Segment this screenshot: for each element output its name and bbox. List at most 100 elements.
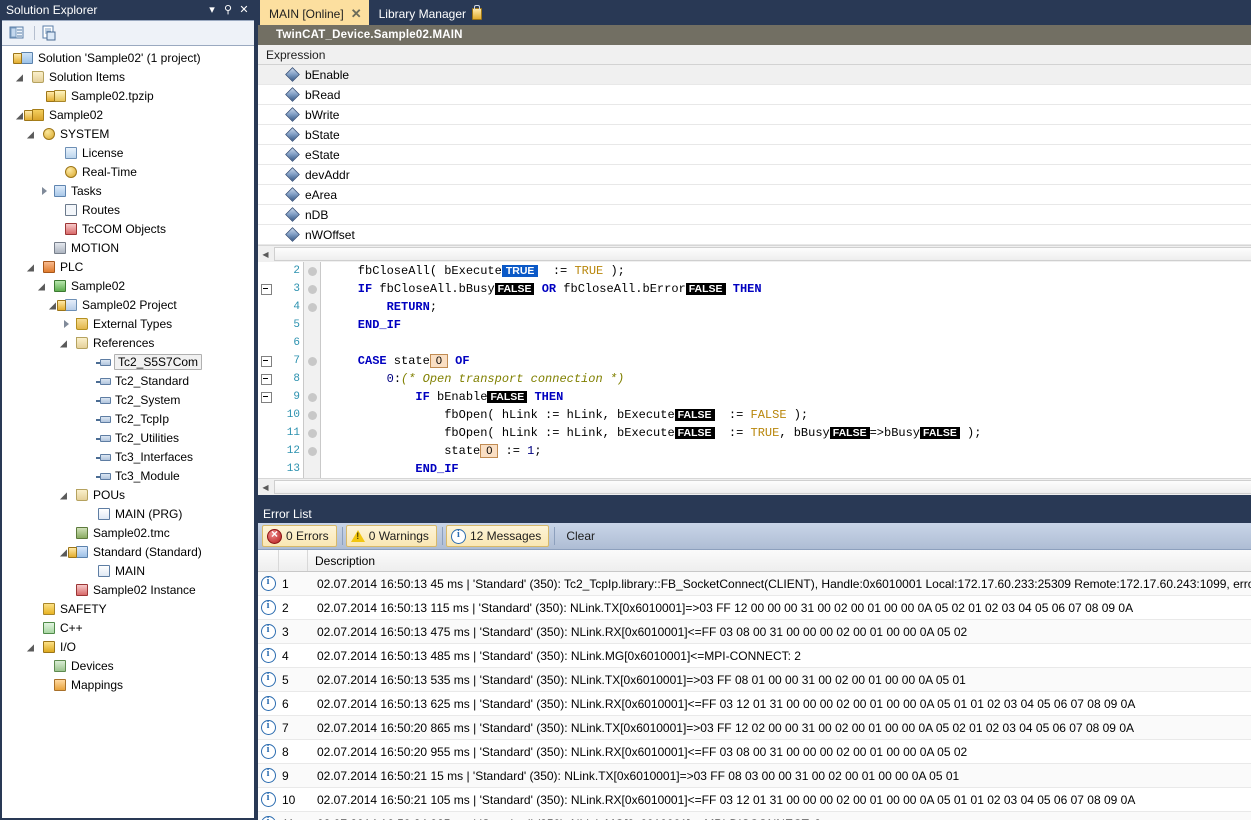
tree-item-tc2-utilities[interactable]: Tc2_Utilities — [2, 428, 254, 447]
fold-margin[interactable] — [258, 262, 274, 478]
tree-item-tc2-system[interactable]: Tc2_System — [2, 390, 254, 409]
tree-item-main[interactable]: MAIN — [2, 561, 254, 580]
watch-row[interactable]: bState — [258, 125, 1251, 145]
error-list-row[interactable]: 3 02.07.2014 16:50:13 475 ms | 'Standard'… — [258, 620, 1251, 644]
tree-item-tc2-standard[interactable]: Tc2_Standard — [2, 371, 254, 390]
code-line[interactable]: fbOpen( hLink := hLink, bExecute FALSE :=… — [329, 424, 1251, 442]
breakpoint-margin[interactable] — [303, 262, 321, 478]
tree-item-tc2-tcpip[interactable]: Tc2_TcpIp — [2, 409, 254, 428]
tree-item-sample02[interactable]: Sample02 — [2, 276, 254, 295]
breakpoint-marker-icon[interactable] — [304, 298, 320, 316]
tree-item-tc2-s5s7com[interactable]: Tc2_S5S7Com — [2, 352, 254, 371]
watch-row[interactable]: eState — [258, 145, 1251, 165]
watch-row[interactable]: nDB — [258, 205, 1251, 225]
warnings-filter-button[interactable]: 0 Warnings — [345, 525, 437, 547]
tree-item-references[interactable]: References — [2, 333, 254, 352]
code-line[interactable]: CASE state 0 OF — [329, 352, 1251, 370]
fold-toggle-icon[interactable] — [258, 280, 274, 298]
fold-toggle-icon[interactable] — [258, 352, 274, 370]
tree-item-i-o[interactable]: I/O — [2, 637, 254, 656]
scroll-thumb[interactable] — [274, 480, 1251, 494]
watch-row[interactable]: bWrite — [258, 105, 1251, 125]
tree-item-sample02-project[interactable]: Sample02 Project — [2, 295, 254, 314]
expand-arrow-icon[interactable] — [39, 185, 51, 197]
error-list-row[interactable]: 7 02.07.2014 16:50:20 865 ms | 'Standard'… — [258, 716, 1251, 740]
error-list-rows[interactable]: 1 02.07.2014 16:50:13 45 ms | 'Standard' … — [258, 572, 1251, 820]
error-list-row[interactable]: 8 02.07.2014 16:50:20 955 ms | 'Standard'… — [258, 740, 1251, 764]
tree-item-real-time[interactable]: Real-Time — [2, 162, 254, 181]
error-list-row[interactable]: 1102.07.2014 16:50:24 925 ms | 'Standard… — [258, 812, 1251, 820]
fold-toggle-icon[interactable] — [258, 388, 274, 406]
solution-tree[interactable]: Solution 'Sample02' (1 project) Solution … — [2, 46, 254, 818]
tree-item-pous[interactable]: POUs — [2, 485, 254, 504]
editor-tab-library-manager[interactable]: Library Manager — [370, 3, 489, 25]
code-hscrollbar[interactable]: ◀ — [258, 478, 1251, 495]
tree-item-tccom-objects[interactable]: TcCOM Objects — [2, 219, 254, 238]
collapse-arrow-icon[interactable] — [39, 280, 51, 292]
tree-item-mappings[interactable]: Mappings — [2, 675, 254, 694]
breakpoint-marker-icon[interactable] — [304, 406, 320, 424]
errors-filter-button[interactable]: 0 Errors — [262, 525, 337, 547]
collapse-arrow-icon[interactable] — [28, 641, 40, 653]
chevron-down-icon[interactable]: ▾ — [204, 2, 220, 18]
watch-row[interactable]: eArea — [258, 185, 1251, 205]
breakpoint-marker-icon[interactable] — [304, 442, 320, 460]
tree-item-standard-standard[interactable]: Standard (Standard) — [2, 542, 254, 561]
code-line[interactable]: fbCloseAll( bExecute TRUE := TRUE ); — [329, 262, 1251, 280]
tree-item-solution-sample02-1-project[interactable]: Solution 'Sample02' (1 project) — [2, 48, 254, 67]
breakpoint-marker-icon[interactable] — [304, 424, 320, 442]
tree-item-system[interactable]: SYSTEM — [2, 124, 254, 143]
tree-item-c[interactable]: C++ — [2, 618, 254, 637]
watch-row[interactable]: devAddr — [258, 165, 1251, 185]
error-list-row[interactable]: 9 02.07.2014 16:50:21 15 ms | 'Standard' … — [258, 764, 1251, 788]
error-list-row[interactable]: 1 02.07.2014 16:50:13 45 ms | 'Standard' … — [258, 572, 1251, 596]
tree-item-safety[interactable]: SAFETY — [2, 599, 254, 618]
clear-button[interactable]: Clear — [558, 529, 603, 543]
close-icon[interactable]: ✕ — [236, 2, 252, 18]
breakpoint-marker-icon[interactable] — [304, 280, 320, 298]
watch-row[interactable]: nWOffset — [258, 225, 1251, 245]
expand-arrow-icon[interactable] — [61, 318, 73, 330]
code-line[interactable]: state 0 := 1; — [329, 442, 1251, 460]
collapse-arrow-icon[interactable] — [17, 71, 29, 83]
error-list-row[interactable]: 2 02.07.2014 16:50:13 115 ms | 'Standard'… — [258, 596, 1251, 620]
properties-icon[interactable] — [8, 24, 26, 42]
messages-filter-button[interactable]: 12 Messages — [445, 525, 550, 547]
editor-tab-main-online[interactable]: MAIN [Online] ✕ — [260, 0, 369, 25]
error-list-row[interactable]: 6 02.07.2014 16:50:13 625 ms | 'Standard'… — [258, 692, 1251, 716]
code-line[interactable]: END_IF — [329, 460, 1251, 478]
tree-item-devices[interactable]: Devices — [2, 656, 254, 675]
breakpoint-marker-icon[interactable] — [304, 352, 320, 370]
tree-item-sample02-tmc[interactable]: Sample02.tmc — [2, 523, 254, 542]
scroll-thumb[interactable] — [274, 247, 1251, 261]
collapse-arrow-icon[interactable] — [28, 261, 40, 273]
tree-item-sample02-instance[interactable]: Sample02 Instance — [2, 580, 254, 599]
code-line[interactable] — [329, 334, 1251, 352]
code-line[interactable]: IF fbCloseAll.bBusy FALSE OR fbCloseAll.b… — [329, 280, 1251, 298]
error-list-row[interactable]: 4 02.07.2014 16:50:13 485 ms | 'Standard'… — [258, 644, 1251, 668]
error-list-row[interactable]: 5 02.07.2014 16:50:13 535 ms | 'Standard'… — [258, 668, 1251, 692]
scroll-left-icon[interactable]: ◀ — [258, 247, 273, 261]
collapse-arrow-icon[interactable] — [61, 489, 73, 501]
tree-item-license[interactable]: License — [2, 143, 254, 162]
watch-row[interactable]: bRead — [258, 85, 1251, 105]
tab-close-icon[interactable]: ✕ — [351, 7, 362, 20]
watch-list[interactable]: bEnable bRead bWrite bState eState devAddr eAr… — [258, 65, 1251, 245]
scroll-left-icon[interactable]: ◀ — [258, 480, 273, 494]
breakpoint-marker-icon[interactable] — [304, 262, 320, 280]
code-line[interactable]: END_IF — [329, 316, 1251, 334]
tree-item-routes[interactable]: Routes — [2, 200, 254, 219]
tree-item-main-prg[interactable]: MAIN (PRG) — [2, 504, 254, 523]
code-line[interactable]: fbOpen( hLink := hLink, bExecute FALSE :=… — [329, 406, 1251, 424]
tree-item-motion[interactable]: MOTION — [2, 238, 254, 257]
pin-icon[interactable]: ⚲ — [220, 2, 236, 18]
watch-hscrollbar[interactable]: ◀ — [258, 245, 1251, 262]
tree-item-external-types[interactable]: External Types — [2, 314, 254, 333]
watch-row[interactable]: bEnable — [258, 65, 1251, 85]
tree-item-tc3-interfaces[interactable]: Tc3_Interfaces — [2, 447, 254, 466]
tree-item-tasks[interactable]: Tasks — [2, 181, 254, 200]
code-line[interactable]: 0:(* Open transport connection *) — [329, 370, 1251, 388]
tree-item-sample02-tpzip[interactable]: Sample02.tpzip — [2, 86, 254, 105]
horizontal-splitter[interactable] — [256, 495, 1251, 504]
fold-toggle-icon[interactable] — [258, 370, 274, 388]
